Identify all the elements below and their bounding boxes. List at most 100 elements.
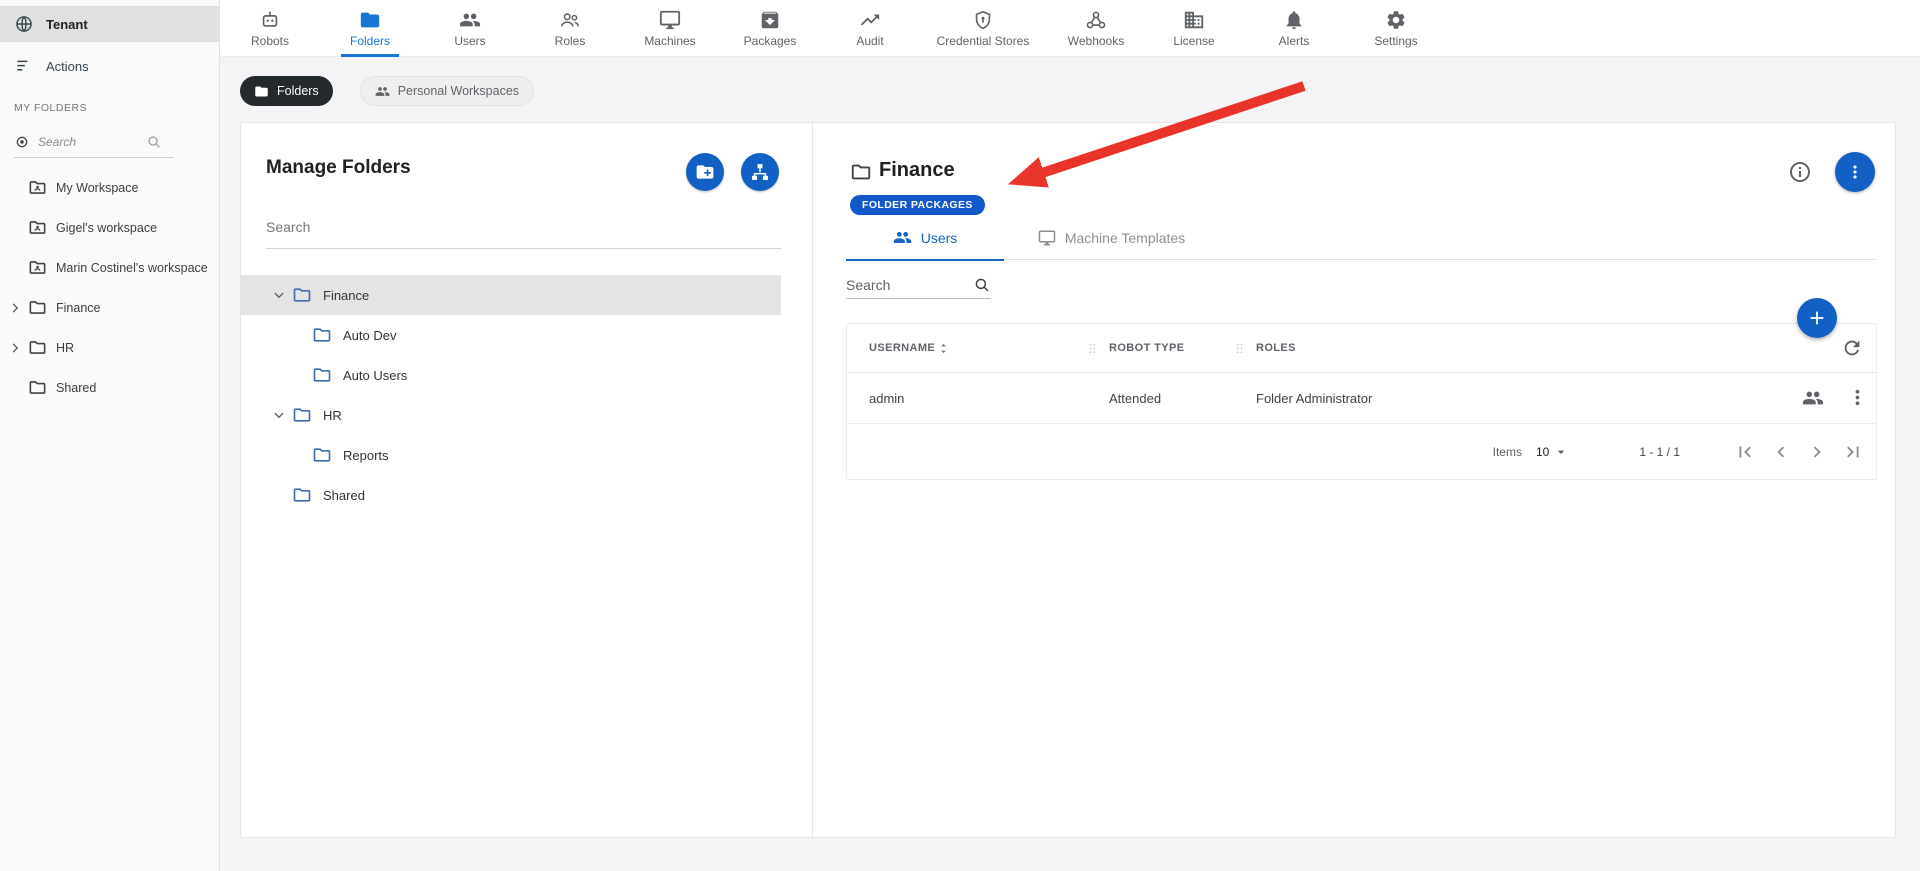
pagination-range: 1 - 1 / 1 [1639, 444, 1680, 459]
webhook-icon [1085, 9, 1107, 31]
chevron-right-icon[interactable] [6, 339, 24, 357]
tab-folders[interactable]: Folders [320, 0, 420, 57]
manage-user-roles-icon[interactable] [1802, 387, 1824, 409]
column-header-roles[interactable]: ROLES [1256, 342, 1296, 354]
info-icon[interactable] [1788, 160, 1812, 184]
tree-item-reports[interactable]: Reports [241, 435, 781, 475]
search-icon[interactable] [973, 276, 991, 294]
row-more-icon[interactable] [1846, 386, 1869, 409]
bell-icon [1283, 9, 1305, 31]
folder-plus-icon [695, 162, 715, 182]
drag-handle-icon[interactable] [1232, 341, 1247, 356]
sidebar-item-my-workspace[interactable]: My Workspace [0, 168, 220, 208]
tab-credential-stores[interactable]: Credential Stores [920, 0, 1046, 57]
sidebar-item-label: HR [56, 341, 75, 355]
roles-icon [559, 9, 581, 31]
sidebar-search-input[interactable] [38, 134, 138, 149]
sidebar-item-marin-workspace[interactable]: Marin Costinel's workspace [0, 248, 220, 288]
sidebar-item-gigels-workspace[interactable]: Gigel's workspace [0, 208, 220, 248]
actions-label: Actions [46, 58, 89, 74]
people-icon [459, 9, 481, 31]
folder-icon [28, 338, 47, 357]
folder-icon [359, 9, 381, 31]
sidebar-item-label: Gigel's workspace [56, 221, 158, 235]
plus-icon [1806, 307, 1828, 329]
monitor-icon [1038, 229, 1056, 247]
panel-title: Manage Folders [266, 157, 411, 178]
chip-folders[interactable]: Folders [240, 76, 333, 106]
folder-tree: Finance Auto Dev Auto Users HR Reports S… [241, 275, 781, 515]
tab-license[interactable]: License [1146, 0, 1242, 57]
add-user-button[interactable] [1797, 298, 1837, 338]
manage-folders-panel: Manage Folders Finance [241, 123, 813, 837]
tab-robots[interactable]: Robots [220, 0, 320, 57]
sidebar-folder-search [14, 126, 174, 158]
sidebar-item-finance[interactable]: Finance [0, 288, 220, 328]
people-icon [893, 228, 912, 247]
column-header-robot-type[interactable]: ROBOT TYPE [1109, 342, 1185, 354]
folder-packages-badge[interactable]: FOLDER PACKAGES [850, 195, 985, 215]
tab-alerts[interactable]: Alerts [1242, 0, 1346, 57]
sidebar-item-tenant[interactable]: Tenant [0, 6, 220, 42]
main-content-area: Folders Personal Workspaces Manage Folde… [220, 57, 1920, 871]
column-header-username[interactable]: USERNAME [869, 342, 935, 354]
folder-icon [292, 285, 312, 305]
tab-machines[interactable]: Machines [620, 0, 720, 57]
folder-menu-button[interactable] [1835, 152, 1875, 192]
table-header-row: USERNAME ROBOT TYPE ROLES [847, 324, 1876, 373]
folders-search-input[interactable] [266, 219, 781, 235]
sidebar-item-actions[interactable]: Actions [0, 48, 220, 84]
gear-icon [1385, 9, 1407, 31]
previous-page-icon[interactable] [1770, 441, 1792, 463]
sidebar-item-shared[interactable]: Shared [0, 368, 220, 408]
tree-item-auto-dev[interactable]: Auto Dev [241, 315, 781, 355]
folder-hierarchy-button[interactable] [741, 153, 779, 191]
folder-icon [28, 378, 47, 397]
chevron-right-icon[interactable] [6, 299, 24, 317]
page-size-dropdown-icon[interactable] [1553, 444, 1569, 460]
sidebar-item-label: Marin Costinel's workspace [56, 261, 208, 275]
last-page-icon[interactable] [1842, 441, 1864, 463]
folder-icon [312, 325, 332, 345]
package-box-icon [759, 9, 781, 31]
tenant-label: Tenant [46, 16, 88, 32]
top-navigation: Robots Folders Users Roles Machines Pack… [220, 0, 1920, 57]
sidebar-item-label: My Workspace [56, 181, 139, 195]
drag-handle-icon[interactable] [1085, 341, 1100, 356]
chevron-down-icon[interactable] [270, 406, 288, 424]
tree-item-auto-users[interactable]: Auto Users [241, 355, 781, 395]
tab-webhooks[interactable]: Webhooks [1046, 0, 1146, 57]
tree-item-finance[interactable]: Finance [241, 275, 781, 315]
tab-packages[interactable]: Packages [720, 0, 820, 57]
tab-machine-templates[interactable]: Machine Templates [1004, 215, 1219, 260]
trending-up-icon [859, 9, 881, 31]
users-search-input[interactable] [846, 276, 973, 293]
tab-folder-users[interactable]: Users [846, 215, 1004, 261]
add-folder-button[interactable] [686, 153, 724, 191]
first-page-icon[interactable] [1734, 441, 1756, 463]
page-size-value[interactable]: 10 [1536, 445, 1549, 459]
folder-icon [28, 298, 47, 317]
sidebar-item-hr[interactable]: HR [0, 328, 220, 368]
monitor-icon [659, 9, 681, 31]
tree-item-shared[interactable]: Shared [241, 475, 781, 515]
more-vertical-icon [1845, 162, 1865, 182]
refresh-icon[interactable] [1841, 337, 1863, 359]
tree-item-hr[interactable]: HR [241, 395, 781, 435]
tab-roles[interactable]: Roles [520, 0, 620, 57]
tab-audit[interactable]: Audit [820, 0, 920, 57]
chevron-down-icon[interactable] [270, 286, 288, 304]
folder-detail-panel: Finance FOLDER PACKAGES Users Machine Te [813, 123, 1895, 837]
tab-users[interactable]: Users [420, 0, 520, 57]
next-page-icon[interactable] [1806, 441, 1828, 463]
table-pagination: Items 10 1 - 1 / 1 [847, 424, 1876, 479]
tab-settings[interactable]: Settings [1346, 0, 1446, 57]
search-icon[interactable] [146, 134, 162, 150]
chip-personal-workspaces[interactable]: Personal Workspaces [359, 76, 535, 106]
sort-icon[interactable] [935, 340, 952, 357]
shield-lock-icon [972, 9, 994, 31]
folder-icon [292, 485, 312, 505]
folder-icon [850, 161, 872, 183]
folder-title: Finance [879, 159, 955, 181]
search-scope-icon[interactable] [14, 134, 30, 150]
